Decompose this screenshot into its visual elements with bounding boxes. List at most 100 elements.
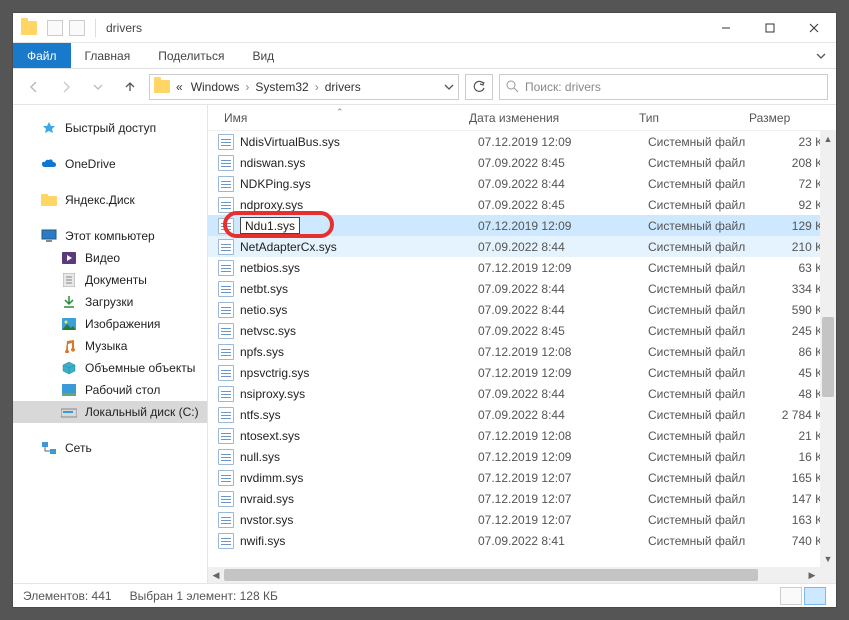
vertical-scrollbar[interactable]: ▲ ▼ bbox=[820, 131, 836, 567]
nav-onedrive[interactable]: OneDrive bbox=[13, 153, 207, 175]
file-row[interactable]: ndiswan.sys07.09.2022 8:45Системный файл… bbox=[208, 152, 820, 173]
file-row[interactable]: netbios.sys07.12.2019 12:09Системный фай… bbox=[208, 257, 820, 278]
nav-forward-button[interactable] bbox=[53, 74, 79, 100]
file-row[interactable]: NetAdapterCx.sys07.09.2022 8:44Системный… bbox=[208, 236, 820, 257]
breadcrumb-segment[interactable]: Windows bbox=[189, 80, 242, 94]
nav-videos[interactable]: Видео bbox=[13, 247, 207, 269]
file-row[interactable]: nvraid.sys07.12.2019 12:07Системный файл… bbox=[208, 488, 820, 509]
file-row[interactable]: ndproxy.sys07.09.2022 8:45Системный файл… bbox=[208, 194, 820, 215]
qat-button[interactable] bbox=[69, 20, 85, 36]
nav-this-pc[interactable]: Этот компьютер bbox=[13, 225, 207, 247]
col-header-date[interactable]: Дата изменения bbox=[463, 111, 633, 125]
file-list[interactable]: NdisVirtualBus.sys07.12.2019 12:09Систем… bbox=[208, 131, 836, 583]
file-date: 07.12.2019 12:09 bbox=[478, 366, 648, 380]
nav-local-disk-c[interactable]: Локальный диск (C:) bbox=[13, 401, 207, 423]
sys-file-icon bbox=[218, 491, 234, 507]
sys-file-icon bbox=[218, 533, 234, 549]
view-details-button[interactable] bbox=[804, 587, 826, 605]
file-size: 245 КБ bbox=[758, 324, 820, 338]
file-size: 16 КБ bbox=[758, 450, 820, 464]
nav-quick-access[interactable]: Быстрый доступ bbox=[13, 117, 207, 139]
nav-desktop[interactable]: Рабочий стол bbox=[13, 379, 207, 401]
nav-label: Объемные объекты bbox=[85, 361, 195, 375]
file-type: Системный файл bbox=[648, 366, 758, 380]
file-name: netvsc.sys bbox=[240, 324, 478, 338]
file-row[interactable]: ntfs.sys07.09.2022 8:44Системный файл2 7… bbox=[208, 404, 820, 425]
tab-view[interactable]: Вид bbox=[238, 43, 288, 68]
file-row[interactable]: null.sys07.12.2019 12:09Системный файл16… bbox=[208, 446, 820, 467]
horizontal-scrollbar[interactable]: ◀ ▶ bbox=[208, 567, 820, 583]
file-row[interactable]: nsiproxy.sys07.09.2022 8:44Системный фай… bbox=[208, 383, 820, 404]
file-type: Системный файл bbox=[648, 156, 758, 170]
minimize-button[interactable] bbox=[704, 13, 748, 43]
nav-3d-objects[interactable]: Объемные объекты bbox=[13, 357, 207, 379]
search-placeholder: Поиск: drivers bbox=[525, 80, 601, 94]
nav-music[interactable]: Музыка bbox=[13, 335, 207, 357]
file-row[interactable]: nvdimm.sys07.12.2019 12:07Системный файл… bbox=[208, 467, 820, 488]
tab-home[interactable]: Главная bbox=[71, 43, 145, 68]
file-pane: Имя ⌃ Дата изменения Тип Размер NdisVirt… bbox=[208, 105, 836, 583]
scroll-up-button[interactable]: ▲ bbox=[820, 131, 836, 147]
search-icon bbox=[506, 80, 519, 93]
file-row[interactable]: NdisVirtualBus.sys07.12.2019 12:09Систем… bbox=[208, 131, 820, 152]
file-type: Системный файл bbox=[648, 282, 758, 296]
breadcrumb-segment[interactable]: System32 bbox=[253, 80, 310, 94]
col-header-size[interactable]: Размер bbox=[743, 111, 823, 125]
file-row[interactable]: nwifi.sys07.09.2022 8:41Системный файл74… bbox=[208, 530, 820, 551]
view-large-icons-button[interactable] bbox=[780, 587, 802, 605]
file-row[interactable]: netbt.sys07.09.2022 8:44Системный файл33… bbox=[208, 278, 820, 299]
tab-file[interactable]: Файл bbox=[13, 43, 71, 68]
nav-label: Этот компьютер bbox=[65, 229, 155, 243]
nav-downloads[interactable]: Загрузки bbox=[13, 291, 207, 313]
rename-input[interactable]: Ndu1.sys bbox=[240, 217, 300, 234]
file-row[interactable]: npsvctrig.sys07.12.2019 12:09Системный ф… bbox=[208, 362, 820, 383]
file-type: Системный файл bbox=[648, 177, 758, 191]
chevron-right-icon: › bbox=[315, 80, 319, 94]
address-box[interactable]: « Windows › System32 › drivers bbox=[149, 74, 459, 100]
file-name: NdisVirtualBus.sys bbox=[240, 135, 478, 149]
qat-button[interactable] bbox=[47, 20, 63, 36]
file-row[interactable]: Ndu1.sys07.12.2019 12:09Системный файл12… bbox=[208, 215, 820, 236]
nav-back-button[interactable] bbox=[21, 74, 47, 100]
nav-label: Загрузки bbox=[85, 295, 133, 309]
maximize-button[interactable] bbox=[748, 13, 792, 43]
search-input[interactable]: Поиск: drivers bbox=[499, 74, 828, 100]
ribbon-expand-button[interactable] bbox=[806, 43, 836, 68]
file-row[interactable]: netvsc.sys07.09.2022 8:45Системный файл2… bbox=[208, 320, 820, 341]
file-row[interactable]: npfs.sys07.12.2019 12:08Системный файл86… bbox=[208, 341, 820, 362]
sys-file-icon bbox=[218, 449, 234, 465]
tab-share[interactable]: Поделиться bbox=[144, 43, 238, 68]
sys-file-icon bbox=[218, 176, 234, 192]
nav-pictures[interactable]: Изображения bbox=[13, 313, 207, 335]
address-dropdown-button[interactable] bbox=[444, 82, 454, 92]
breadcrumb-overflow[interactable]: « bbox=[174, 80, 185, 94]
file-row[interactable]: nvstor.sys07.12.2019 12:07Системный файл… bbox=[208, 509, 820, 530]
nav-documents[interactable]: Документы bbox=[13, 269, 207, 291]
scroll-track[interactable] bbox=[224, 567, 804, 583]
file-type: Системный файл bbox=[648, 408, 758, 422]
nav-yandex-disk[interactable]: Яндекс.Диск bbox=[13, 189, 207, 211]
file-row[interactable]: NDKPing.sys07.09.2022 8:44Системный файл… bbox=[208, 173, 820, 194]
nav-recent-button[interactable] bbox=[85, 74, 111, 100]
file-name: Ndu1.sys bbox=[240, 217, 478, 234]
navigation-pane[interactable]: Быстрый доступ OneDrive Яндекс.Диск Этот… bbox=[13, 105, 208, 583]
nav-network[interactable]: Сеть bbox=[13, 437, 207, 459]
file-row[interactable]: netio.sys07.09.2022 8:44Системный файл59… bbox=[208, 299, 820, 320]
scroll-thumb[interactable] bbox=[224, 569, 758, 581]
file-date: 07.12.2019 12:09 bbox=[478, 450, 648, 464]
scroll-down-button[interactable]: ▼ bbox=[820, 551, 836, 567]
file-type: Системный файл bbox=[648, 303, 758, 317]
scroll-track[interactable] bbox=[820, 147, 836, 551]
breadcrumb-segment[interactable]: drivers bbox=[323, 80, 363, 94]
sys-file-icon bbox=[218, 302, 234, 318]
scroll-left-button[interactable]: ◀ bbox=[208, 567, 224, 583]
close-button[interactable] bbox=[792, 13, 836, 43]
refresh-button[interactable] bbox=[465, 74, 493, 100]
folder-icon bbox=[154, 80, 170, 93]
scroll-thumb[interactable] bbox=[822, 317, 834, 397]
col-header-type[interactable]: Тип bbox=[633, 111, 743, 125]
nav-label: Рабочий стол bbox=[85, 383, 160, 397]
nav-up-button[interactable] bbox=[117, 74, 143, 100]
scroll-right-button[interactable]: ▶ bbox=[804, 567, 820, 583]
file-row[interactable]: ntosext.sys07.12.2019 12:08Системный фай… bbox=[208, 425, 820, 446]
